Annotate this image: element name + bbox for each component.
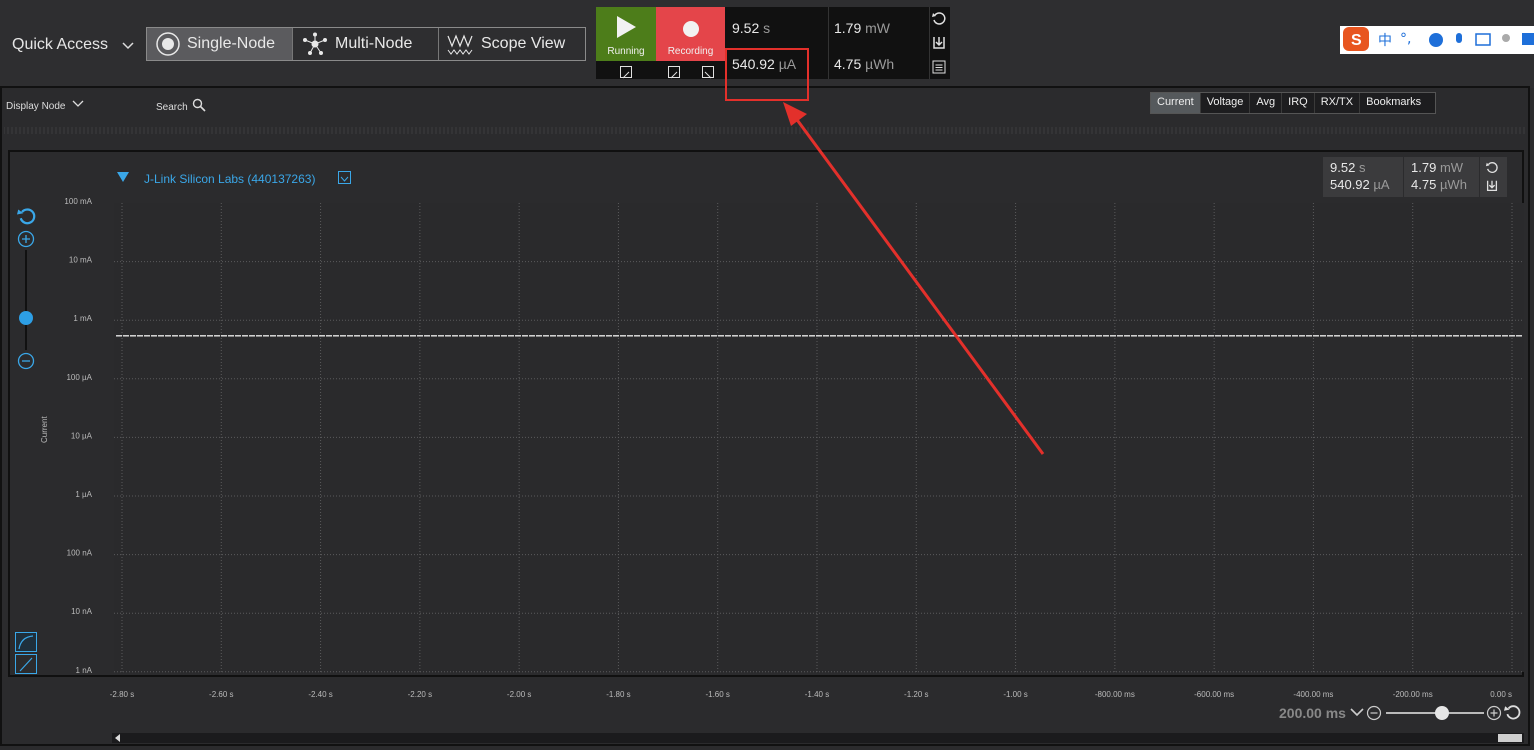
x-tick-label: -2.60 s (209, 690, 233, 699)
zoom-out-icon[interactable] (1366, 705, 1382, 721)
x-tick-label: 0.00 s (1490, 690, 1512, 699)
x-tick-label: -200.00 ms (1393, 690, 1433, 699)
current-chart: 100 mA 10 mA 1 mA 100 µA 10 µA 1 µA 100 nA 10 n… (64, 197, 1524, 699)
x-tick-label: -1.60 s (705, 690, 729, 699)
x-tick-label: -1.80 s (606, 690, 630, 699)
scrollbar-thumb[interactable] (1498, 734, 1522, 742)
y-tick-label: 100 nA (67, 549, 93, 558)
x-tick-label: -400.00 ms (1293, 690, 1333, 699)
x-tick-label: -1.40 s (805, 690, 829, 699)
zoom-level[interactable]: 200.00 ms (1279, 705, 1346, 721)
horizontal-scrollbar[interactable] (112, 733, 1524, 743)
highlight-box (725, 48, 809, 101)
reset-zoom-icon[interactable] (1504, 704, 1522, 722)
y-tick-label: 10 nA (71, 607, 93, 616)
y-tick-label: 1 nA (76, 666, 93, 675)
x-tick-label: -800.00 ms (1095, 690, 1135, 699)
scroll-left-icon[interactable] (114, 734, 122, 742)
x-tick-label: -2.80 s (110, 690, 134, 699)
y-tick-label: 100 µA (66, 373, 92, 382)
x-tick-label: -2.00 s (507, 690, 531, 699)
y-tick-label: 10 mA (69, 256, 93, 265)
y-tick-label: 10 µA (71, 431, 93, 440)
y-tick-label: 100 mA (64, 197, 92, 206)
x-tick-label: -2.20 s (408, 690, 432, 699)
x-tick-label: -1.20 s (904, 690, 928, 699)
time-zoom-handle[interactable] (1435, 706, 1449, 720)
y-tick-label: 1 mA (73, 314, 92, 323)
y-tick-label: 1 µA (75, 490, 92, 499)
x-tick-label: -1.00 s (1003, 690, 1027, 699)
x-tick-label: -600.00 ms (1194, 690, 1234, 699)
x-tick-label: -2.40 s (308, 690, 332, 699)
chevron-down-icon[interactable] (1350, 706, 1364, 718)
zoom-level-value: 200.00 ms (1279, 705, 1346, 721)
zoom-in-icon[interactable] (1486, 705, 1502, 721)
